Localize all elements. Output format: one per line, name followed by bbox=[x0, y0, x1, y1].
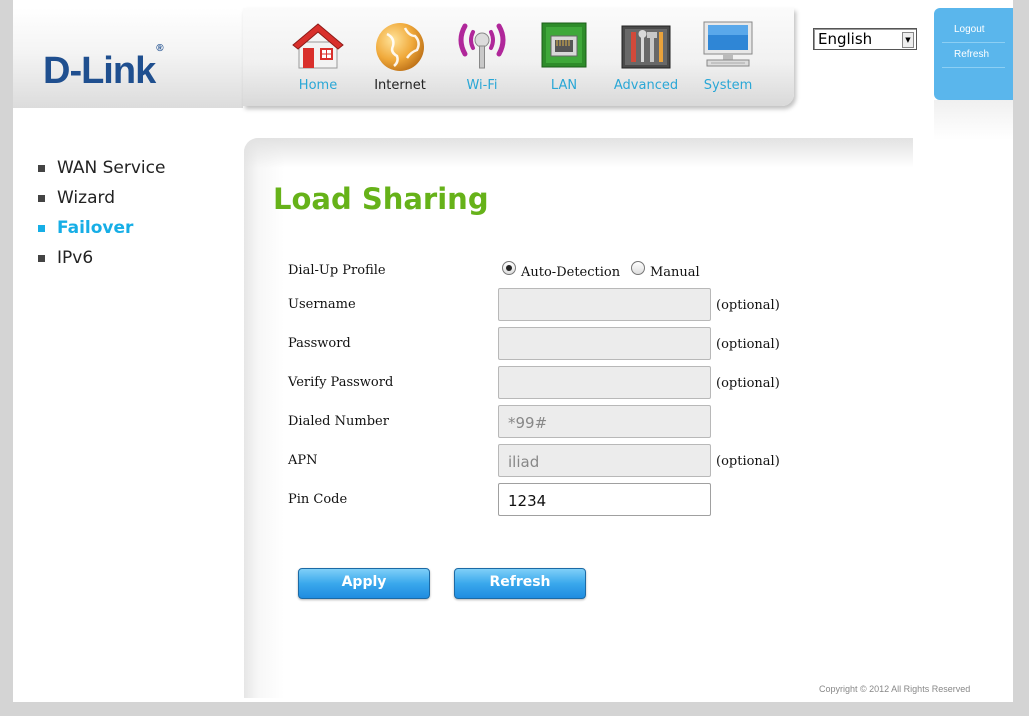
page: D-Link® Home Internet Wi-Fi LAN Advanced… bbox=[13, 0, 1013, 702]
wifi-icon bbox=[458, 23, 506, 69]
password-optional-note: (optional) bbox=[716, 337, 780, 352]
bullet-icon bbox=[38, 225, 45, 232]
manual-label: Manual bbox=[650, 265, 700, 280]
nav-home[interactable]: Home bbox=[279, 18, 357, 100]
logout-link[interactable]: Logout bbox=[934, 18, 1013, 42]
nav-wifi[interactable]: Wi-Fi bbox=[443, 18, 521, 100]
page-title: Load Sharing bbox=[273, 182, 489, 216]
verify-password-optional-note: (optional) bbox=[716, 376, 780, 391]
sidebar-item-label: Failover bbox=[57, 218, 134, 238]
manual-radio[interactable] bbox=[631, 261, 645, 275]
sidebar-item-wan-service[interactable]: WAN Service bbox=[38, 156, 165, 186]
pin-code-field[interactable]: 1234 bbox=[498, 483, 711, 516]
bullet-icon bbox=[38, 255, 45, 262]
apn-optional-note: (optional) bbox=[716, 454, 780, 469]
username-field[interactable] bbox=[498, 288, 711, 321]
nav-system-label: System bbox=[703, 78, 753, 93]
sidebar: WAN Service Wizard Failover IPv6 bbox=[38, 156, 165, 276]
refresh-link[interactable]: Refresh bbox=[934, 43, 1013, 67]
pin-code-label: Pin Code bbox=[288, 492, 348, 507]
nav-lan-label: LAN bbox=[550, 78, 578, 93]
bullet-icon bbox=[38, 165, 45, 172]
copyright-text: Copyright © 2012 All Rights Reserved bbox=[819, 684, 971, 694]
nav-advanced-label: Advanced bbox=[613, 78, 679, 93]
nav-system[interactable]: System bbox=[689, 18, 767, 100]
tools-icon bbox=[621, 25, 671, 69]
content-panel: Load Sharing Dial-Up Profile Auto-Detect… bbox=[244, 138, 913, 698]
dialup-profile-label: Dial-Up Profile bbox=[288, 263, 386, 278]
sidebar-item-failover[interactable]: Failover bbox=[38, 216, 165, 246]
auto-detection-label: Auto-Detection bbox=[521, 265, 621, 280]
nav-home-label: Home bbox=[298, 78, 338, 93]
nav-wifi-label: Wi-Fi bbox=[466, 78, 498, 93]
nav-advanced[interactable]: Advanced bbox=[607, 18, 685, 100]
monitor-icon bbox=[703, 21, 753, 67]
home-icon bbox=[292, 23, 344, 69]
sidebar-item-wizard[interactable]: Wizard bbox=[38, 186, 165, 216]
apn-label: APN bbox=[288, 453, 318, 468]
lan-icon bbox=[541, 22, 587, 68]
auto-detection-radio[interactable] bbox=[502, 261, 516, 275]
verify-password-label: Verify Password bbox=[288, 375, 394, 390]
username-optional-note: (optional) bbox=[716, 298, 780, 313]
verify-password-field[interactable] bbox=[498, 366, 711, 399]
apply-button[interactable]: Apply bbox=[298, 568, 430, 599]
language-select[interactable]: English ▼ bbox=[813, 28, 917, 50]
logo-panel: D-Link® bbox=[13, 8, 243, 108]
language-selected-value: English bbox=[818, 30, 873, 48]
apn-field[interactable]: iliad bbox=[498, 444, 711, 477]
content-panel-shadow bbox=[244, 138, 913, 168]
dialed-number-field[interactable]: *99# bbox=[498, 405, 711, 438]
chevron-down-icon[interactable]: ▼ bbox=[902, 32, 914, 48]
sidebar-item-label: Wizard bbox=[57, 188, 115, 208]
sidebar-item-label: IPv6 bbox=[57, 248, 94, 268]
nav-internet[interactable]: Internet bbox=[361, 18, 439, 100]
username-label: Username bbox=[288, 297, 356, 312]
refresh-button[interactable]: Refresh bbox=[454, 568, 586, 599]
account-divider bbox=[942, 67, 1005, 68]
globe-icon bbox=[376, 23, 424, 71]
sidebar-item-label: WAN Service bbox=[57, 158, 166, 178]
account-panel: Logout Refresh bbox=[934, 8, 1013, 100]
password-field[interactable] bbox=[498, 327, 711, 360]
bullet-icon bbox=[38, 195, 45, 202]
account-panel-shadow bbox=[934, 100, 1013, 140]
dialed-number-label: Dialed Number bbox=[288, 414, 389, 429]
top-navigation: Home Internet Wi-Fi LAN Advanced System bbox=[243, 8, 794, 106]
dlink-logo: D-Link® bbox=[43, 43, 164, 92]
password-label: Password bbox=[288, 336, 351, 351]
nav-internet-label: Internet bbox=[374, 78, 426, 93]
nav-lan[interactable]: LAN bbox=[525, 18, 603, 100]
sidebar-item-ipv6[interactable]: IPv6 bbox=[38, 246, 165, 276]
